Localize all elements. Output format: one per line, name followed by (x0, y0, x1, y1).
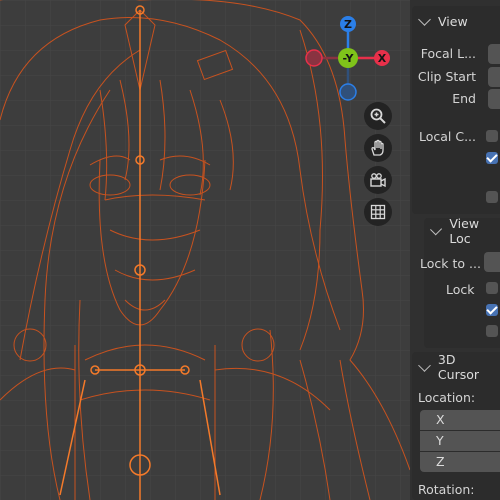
focal-length-field[interactable] (488, 44, 500, 64)
lock-to-object-label: Lock to ... (420, 256, 481, 271)
location-label: Location: (418, 390, 476, 405)
gizmo-neg-y-label: -Y (343, 52, 355, 65)
grid-icon (370, 204, 386, 220)
lock-label: Lock (446, 282, 475, 297)
chevron-down-icon (418, 358, 431, 372)
clip-start-field[interactable] (488, 67, 500, 87)
view-lock-panel-header[interactable]: View Loc (430, 216, 500, 246)
gizmo-neg-z-axis (339, 83, 357, 101)
y-label: Y (436, 433, 444, 448)
view-panel: View Focal L... Clip Start End Local C..… (412, 6, 500, 214)
view-option-checkbox[interactable] (486, 152, 498, 164)
gizmo-z-label: Z (344, 18, 352, 31)
local-camera-checkbox[interactable] (486, 130, 498, 142)
z-label: Z (436, 454, 445, 469)
gizmo-neg-x-axis (305, 49, 323, 67)
camera-icon (370, 173, 386, 188)
hand-icon (371, 139, 384, 156)
zoom-icon (370, 108, 386, 124)
lock-to-object-field[interactable] (484, 252, 500, 272)
pan-button[interactable] (364, 134, 392, 162)
cursor-location-y-field[interactable]: Y (420, 431, 500, 451)
3d-cursor-panel-title: 3D Cursor (437, 352, 480, 382)
3d-cursor-panel: 3D Cursor Location: X Y Z Rotation: (412, 352, 500, 500)
cursor-location-x-field[interactable]: X (420, 410, 500, 430)
n-panel-sidebar: View Focal L... Clip Start End Local C..… (410, 0, 500, 500)
navigation-gizmo[interactable]: Z X -Y (300, 10, 400, 105)
clip-end-label: End (452, 91, 476, 106)
clip-end-field[interactable] (488, 89, 500, 109)
local-camera-label: Local C... (418, 129, 476, 144)
clip-start-label: Clip Start (417, 69, 476, 84)
view-lock-panel: View Loc Lock to ... Lock (420, 216, 500, 348)
3d-viewport[interactable]: Z X -Y (0, 0, 410, 500)
view-lock-panel-title: View Loc (449, 216, 480, 246)
view-option-checkbox-2[interactable] (486, 191, 498, 203)
lock-checkbox[interactable] (486, 282, 498, 294)
view-panel-header[interactable]: View (418, 10, 468, 32)
lock-option-checkbox[interactable] (486, 304, 498, 316)
focal-length-label: Focal L... (420, 46, 476, 61)
rotation-label: Rotation: (418, 482, 475, 497)
view-panel-title: View (438, 13, 468, 29)
gizmo-x-label: X (378, 52, 387, 65)
lock-option-checkbox-2[interactable] (486, 325, 498, 337)
blender-window: Z X -Y View Focal L... Clip Start End Lo… (0, 0, 500, 500)
perspective-toggle-button[interactable] (364, 198, 392, 226)
chevron-down-icon (418, 12, 431, 26)
camera-view-button[interactable] (364, 166, 392, 194)
chevron-down-icon (430, 222, 443, 236)
cursor-location-z-field[interactable]: Z (420, 452, 500, 472)
zoom-button[interactable] (364, 102, 392, 130)
x-label: X (436, 412, 445, 427)
3d-cursor-panel-header[interactable]: 3D Cursor (418, 352, 500, 382)
